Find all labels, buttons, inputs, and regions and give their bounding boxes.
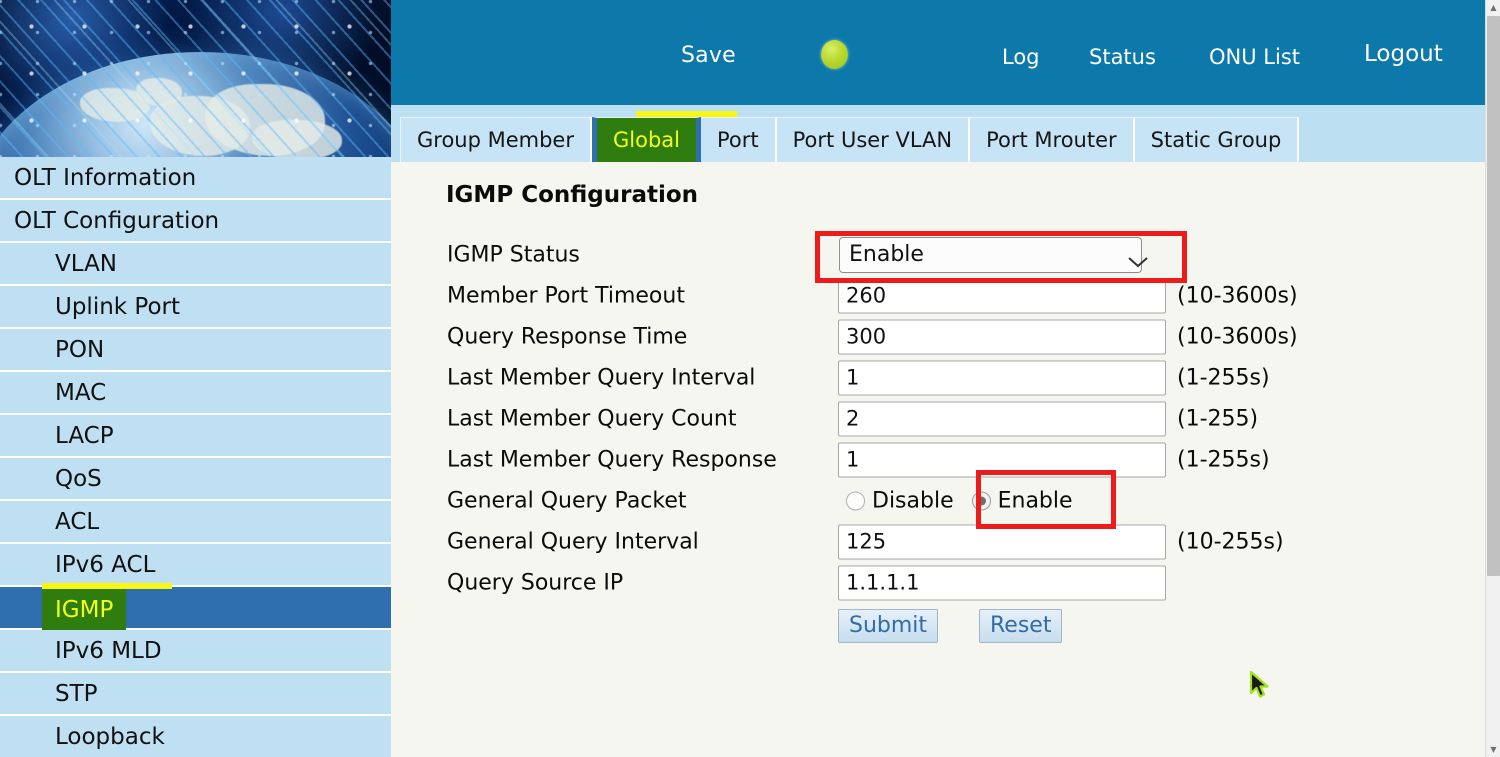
- field-hint: (10-3600s): [1177, 324, 1298, 349]
- last-member-query-interval-input[interactable]: [838, 360, 1166, 395]
- sidebar-item-label: VLAN: [55, 251, 117, 277]
- submit-button[interactable]: Submit: [838, 609, 938, 643]
- save-button[interactable]: Save: [681, 43, 736, 68]
- sidebar-item-ipv6-mld[interactable]: IPv6 MLD: [0, 630, 391, 673]
- sidebar-item-label: OLT Configuration: [14, 208, 219, 234]
- sidebar-item-label: STP: [55, 681, 98, 707]
- sidebar-item-ipv6-acl[interactable]: IPv6 ACL: [0, 544, 391, 587]
- sidebar-item-label: IPv6 MLD: [55, 638, 162, 664]
- sidebar-item-label: IPv6 ACL: [55, 552, 155, 578]
- form-row-last-member-query-response: Last Member Query Response (1-255s): [391, 439, 1485, 480]
- tab-static-group[interactable]: Static Group: [1135, 117, 1300, 162]
- last-member-query-response-input[interactable]: [838, 442, 1166, 477]
- sidebar-item-olt-configuration[interactable]: OLT Configuration: [0, 200, 391, 243]
- reset-button[interactable]: Reset: [979, 609, 1062, 643]
- tab-port-mrouter[interactable]: Port Mrouter: [970, 117, 1135, 162]
- nav-link-logout[interactable]: Logout: [1364, 41, 1443, 67]
- general-query-packet-radio-group: Disable Enable: [840, 486, 1079, 515]
- field-label: Query Source IP: [447, 570, 623, 595]
- sidebar-item-vlan[interactable]: VLAN: [0, 243, 391, 286]
- vertical-scrollbar[interactable]: ▲ ▼: [1485, 0, 1500, 757]
- tab-global[interactable]: Global: [592, 117, 701, 162]
- radio-checked-icon: [972, 491, 991, 510]
- form-row-last-member-query-count: Last Member Query Count (1-255): [391, 398, 1485, 439]
- radio-label: Disable: [872, 488, 954, 513]
- sidebar-item-label: PON: [55, 337, 104, 363]
- sidebar-item-acl[interactable]: ACL: [0, 501, 391, 544]
- tab-bar: Group Member Global Port Port User VLAN …: [400, 117, 1299, 162]
- tab-port[interactable]: Port: [701, 117, 777, 162]
- sidebar-item-loopback[interactable]: Loopback: [0, 716, 391, 757]
- field-label: General Query Packet: [447, 488, 687, 513]
- form-row-member-port-timeout: Member Port Timeout (10-3600s): [391, 275, 1485, 316]
- form-row-igmp-status: IGMP Status Enable: [391, 234, 1485, 275]
- page-title: IGMP Configuration: [446, 182, 698, 208]
- field-label: Last Member Query Response: [447, 447, 777, 472]
- scrollbar-thumb[interactable]: [1487, 16, 1500, 576]
- igmp-status-select[interactable]: Enable: [839, 237, 1142, 273]
- sidebar-item-uplink-port[interactable]: Uplink Port: [0, 286, 391, 329]
- field-label: Last Member Query Count: [447, 406, 737, 431]
- igmp-configuration-form: IGMP Status Enable Member Port Timeout (…: [391, 234, 1485, 653]
- top-header-bar: Save Log Status ONU List Logout: [391, 0, 1485, 105]
- status-led-icon: [821, 40, 848, 69]
- sidebar-item-pon[interactable]: PON: [0, 329, 391, 372]
- igmp-status-selected-value: Enable: [849, 242, 924, 267]
- form-button-row: Submit Reset: [391, 603, 1485, 653]
- sidebar-item-label: ACL: [55, 509, 99, 535]
- sidebar-nav: OLT Information OLT Configuration VLAN U…: [0, 157, 391, 757]
- sidebar-item-mac[interactable]: MAC: [0, 372, 391, 415]
- query-response-time-input[interactable]: [838, 319, 1166, 354]
- nav-link-onu-list[interactable]: ONU List: [1209, 45, 1300, 69]
- sidebar-item-olt-information[interactable]: OLT Information: [0, 157, 391, 200]
- sidebar-item-label: IGMP: [42, 589, 126, 630]
- general-query-interval-input[interactable]: [838, 524, 1166, 559]
- sidebar-item-label: QoS: [55, 466, 102, 492]
- form-row-query-source-ip: Query Source IP: [391, 562, 1485, 603]
- field-hint: (10-3600s): [1177, 283, 1298, 308]
- sidebar-item-lacp[interactable]: LACP: [0, 415, 391, 458]
- field-hint: (1-255): [1177, 406, 1258, 431]
- radio-label: Enable: [998, 488, 1073, 513]
- sidebar-item-label: OLT Information: [14, 165, 196, 191]
- sidebar-item-stp[interactable]: STP: [0, 673, 391, 716]
- browser-page: Save Log Status ONU List Logout Group Me…: [0, 0, 1500, 757]
- nav-link-status[interactable]: Status: [1089, 45, 1156, 69]
- field-hint: (1-255s): [1177, 447, 1270, 472]
- nav-link-log[interactable]: Log: [1002, 45, 1040, 69]
- scroll-up-arrow-icon[interactable]: ▲: [1486, 0, 1500, 15]
- last-member-query-count-input[interactable]: [838, 401, 1166, 436]
- field-label: General Query Interval: [447, 529, 699, 554]
- sidebar-item-label: Loopback: [55, 724, 165, 750]
- form-row-general-query-packet: General Query Packet Disable Enable: [391, 480, 1485, 521]
- query-source-ip-input[interactable]: [838, 565, 1166, 600]
- scroll-down-arrow-icon[interactable]: ▼: [1486, 742, 1500, 757]
- field-label: Query Response Time: [447, 324, 687, 349]
- field-hint: (10-255s): [1177, 529, 1284, 554]
- form-row-last-member-query-interval: Last Member Query Interval (1-255s): [391, 357, 1485, 398]
- member-port-timeout-input[interactable]: [838, 278, 1166, 313]
- general-query-packet-disable-option[interactable]: Disable: [840, 486, 960, 515]
- tab-port-user-vlan[interactable]: Port User VLAN: [777, 117, 970, 162]
- field-label: IGMP Status: [447, 242, 580, 267]
- radio-unchecked-icon: [846, 491, 865, 510]
- field-label: Last Member Query Interval: [447, 365, 755, 390]
- sidebar-item-label: Uplink Port: [55, 294, 180, 320]
- field-label: Member Port Timeout: [447, 283, 685, 308]
- header-banner-image: [0, 0, 391, 157]
- sidebar-item-label: MAC: [55, 380, 106, 406]
- form-row-query-response-time: Query Response Time (10-3600s): [391, 316, 1485, 357]
- field-hint: (1-255s): [1177, 365, 1270, 390]
- form-row-general-query-interval: General Query Interval (10-255s): [391, 521, 1485, 562]
- igmp-yellow-highlight-bar: [42, 583, 172, 589]
- sidebar-item-qos[interactable]: QoS: [0, 458, 391, 501]
- general-query-packet-enable-option[interactable]: Enable: [966, 486, 1079, 515]
- content-pane: IGMP Configuration IGMP Status Enable Me…: [391, 162, 1485, 757]
- sidebar-item-igmp[interactable]: IGMP: [0, 587, 391, 630]
- banner-light-dots: [0, 0, 391, 157]
- sidebar-item-label: LACP: [55, 423, 114, 449]
- tab-group-member[interactable]: Group Member: [400, 117, 592, 162]
